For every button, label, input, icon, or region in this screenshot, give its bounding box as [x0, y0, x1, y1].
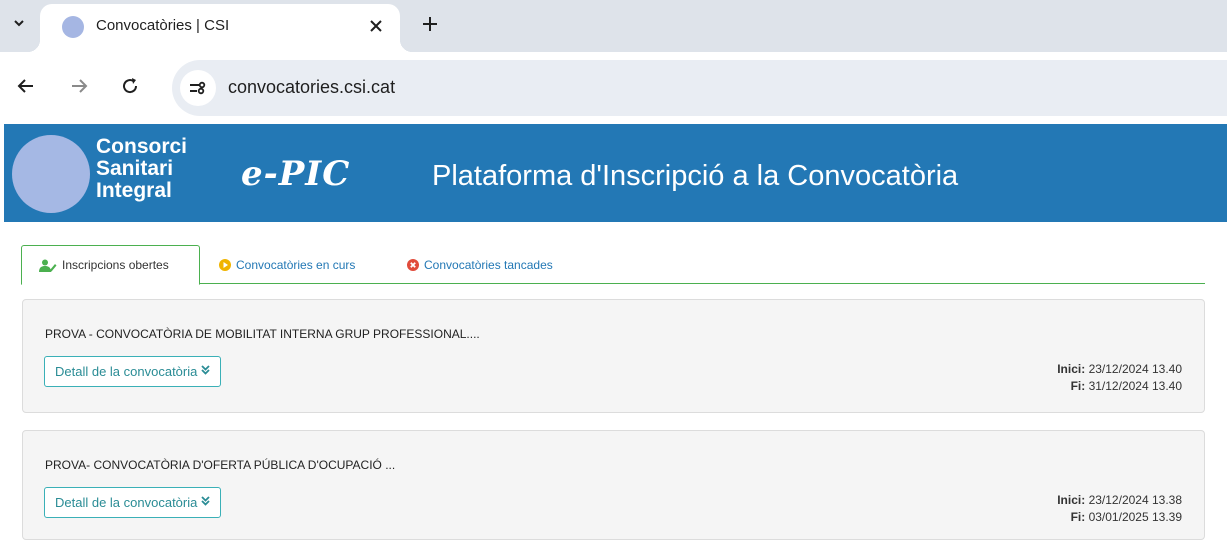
convocatoria-card: PROVA - CONVOCATÒRIA DE MOBILITAT INTERN…	[22, 299, 1205, 413]
play-circle-icon	[219, 259, 231, 271]
tab-label: Convocatòries tancades	[424, 258, 553, 272]
url-text: convocatories.csi.cat	[228, 77, 396, 97]
tab-convocatories-en-curs[interactable]: Convocatòries en curs	[219, 245, 355, 285]
forward-arrow-icon[interactable]	[67, 74, 91, 98]
detail-button-label: Detall de la convocatòria	[55, 364, 198, 379]
inici-date: 23/12/2024 13.38	[1088, 493, 1182, 507]
detail-button[interactable]: Detall de la convocatòria	[44, 487, 222, 518]
fi-date: 03/01/2025 13.39	[1088, 510, 1182, 524]
favicon-icon	[62, 16, 84, 38]
inici-label: Inici:	[1057, 493, 1086, 507]
site-header: Consorci Sanitari Integral e-PIC Platafo…	[4, 124, 1227, 222]
browser-toolbar: convocatories.csi.cat	[0, 52, 1227, 122]
address-bar[interactable]: convocatories.csi.cat	[172, 60, 1227, 116]
tab-label: Convocatòries en curs	[236, 258, 356, 272]
detail-button-label: Detall de la convocatòria	[55, 495, 198, 510]
logo-line-3: Integral	[96, 179, 172, 202]
new-tab-plus-icon[interactable]	[418, 12, 442, 36]
dates-block: Inici: 23/12/2024 13.40 Fi: 31/12/2024 1…	[1057, 361, 1182, 395]
inici-label: Inici:	[1057, 362, 1086, 376]
logo-line-2: Sanitari	[96, 157, 174, 180]
fi-date: 31/12/2024 13.40	[1088, 379, 1182, 393]
detail-button[interactable]: Detall de la convocatòria	[44, 356, 222, 387]
tab-search-chevron-icon[interactable]	[8, 12, 30, 34]
browser-tab[interactable]: Convocatòries | CSI	[28, 4, 412, 52]
chevron-double-down-icon	[201, 496, 210, 509]
user-edit-icon	[39, 259, 57, 272]
fi-label: Fi:	[1070, 379, 1086, 393]
convocatoria-card: PROVA- CONVOCATÒRIA D'OFERTA PÚBLICA D'O…	[22, 430, 1205, 540]
logo-line-1: Consorci	[96, 135, 188, 158]
inici-date: 23/12/2024 13.40	[1088, 362, 1182, 376]
page-title: Plataforma d'Inscripció a la Convocatòri…	[432, 160, 959, 192]
site-info-icon[interactable]	[180, 70, 216, 106]
chevron-double-down-icon	[201, 365, 210, 378]
browser-tab-title: Convocatòries | CSI	[96, 17, 230, 34]
logo-icon	[12, 135, 90, 213]
convocatoria-title: PROVA- CONVOCATÒRIA D'OFERTA PÚBLICA D'O…	[45, 458, 396, 472]
reload-icon[interactable]	[118, 74, 142, 98]
close-tab-icon[interactable]	[366, 16, 386, 36]
tab-inscripcions-obertes[interactable]: Inscripcions obertes	[21, 245, 200, 285]
convocatories-tabs: Inscripcions obertes Convocatòries en cu…	[21, 245, 1205, 285]
epic-brand: e-PIC	[241, 154, 351, 194]
back-arrow-icon[interactable]	[14, 74, 38, 98]
tab-label: Inscripcions obertes	[62, 258, 169, 272]
logo-text: Consorci Sanitari Integral	[96, 136, 187, 202]
convocatoria-title: PROVA - CONVOCATÒRIA DE MOBILITAT INTERN…	[45, 327, 480, 341]
tab-convocatories-tancades[interactable]: Convocatòries tancades	[407, 245, 553, 285]
times-circle-icon	[407, 259, 419, 271]
dates-block: Inici: 23/12/2024 13.38 Fi: 03/01/2025 1…	[1057, 492, 1182, 526]
browser-tabstrip: Convocatòries | CSI	[0, 0, 1227, 52]
fi-label: Fi:	[1070, 510, 1086, 524]
